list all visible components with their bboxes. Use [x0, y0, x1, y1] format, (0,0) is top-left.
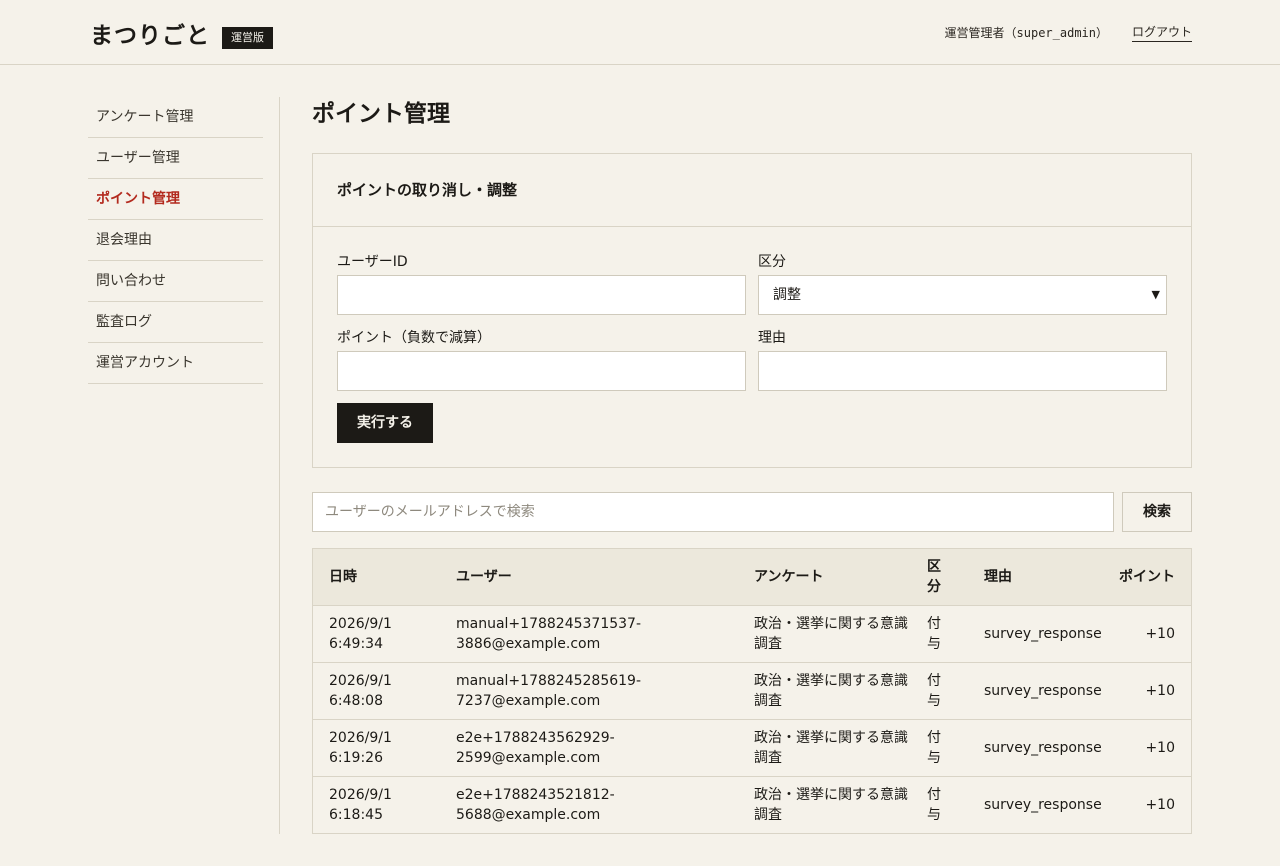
page-title: ポイント管理 [312, 100, 450, 127]
row-reason: survey_response [984, 740, 1102, 756]
reason-input[interactable] [758, 351, 1167, 391]
row-points: +10 [1145, 740, 1175, 756]
sidebar-nav: アンケート管理 ユーザー管理 ポイント管理 退会理由 問い合わせ 監査ログ 運営… [88, 97, 263, 384]
main-content: ポイント管理 ポイントの取り消し・調整 ユーザーID 区分 調整 ▼ ポイント（… [312, 97, 1192, 834]
reason-label: 理由 [758, 330, 786, 346]
sidebar-item-surveys[interactable]: アンケート管理 [88, 97, 263, 138]
logout-link[interactable]: ログアウト [1131, 23, 1192, 42]
sidebar-item-withdrawal-reasons[interactable]: 退会理由 [88, 220, 263, 261]
type-label: 区分 [758, 254, 786, 270]
sidebar-item-audit-log[interactable]: 監査ログ [88, 302, 263, 343]
header-date: 日時 [329, 569, 357, 585]
header-user: ユーザー [456, 569, 512, 585]
header-points: ポイント [1119, 569, 1175, 585]
table-header-row: 日時 ユーザー アンケート 区分 理由 ポイント [313, 549, 1191, 606]
row-survey: 政治・選挙に関する意識調査 [754, 673, 908, 709]
sidebar-item-points[interactable]: ポイント管理 [88, 179, 263, 220]
app-header: まつりごと 運営版 運営管理者（super_admin） ログアウト [0, 0, 1280, 65]
table-row: 2026/9/1 6:48:08 manual+1788245285619-72… [313, 663, 1191, 720]
row-survey: 政治・選挙に関する意識調査 [754, 616, 908, 652]
points-field-group: ポイント（負数で減算） [337, 329, 746, 391]
row-points: +10 [1145, 683, 1175, 699]
point-adjust-card: ポイントの取り消し・調整 ユーザーID 区分 調整 ▼ ポイント（負数で減算） … [312, 153, 1192, 468]
email-search-input[interactable]: ユーザーのメールアドレスで検索 [312, 492, 1114, 532]
search-button[interactable]: 検索 [1122, 492, 1192, 532]
type-field-group: 区分 調整 ▼ [758, 253, 1167, 315]
table-row: 2026/9/1 6:19:26 e2e+1788243562929-2599@… [313, 720, 1191, 777]
type-select[interactable]: 調整 ▼ [758, 275, 1167, 315]
row-type: 付与 [927, 616, 941, 652]
header-type: 区分 [927, 559, 941, 595]
points-history-table: 日時 ユーザー アンケート 区分 理由 ポイント 2026/9/1 6:49:3… [312, 548, 1192, 834]
row-date: 2026/9/1 6:19:26 [329, 730, 392, 766]
row-user: e2e+1788243521812-5688@example.com [456, 787, 615, 823]
row-date: 2026/9/1 6:49:34 [329, 616, 392, 652]
execute-button[interactable]: 実行する [337, 403, 433, 443]
user-id-label: ユーザーID [337, 254, 408, 270]
header-survey: アンケート [754, 569, 824, 585]
sidebar-item-admin-accounts[interactable]: 運営アカウント [88, 343, 263, 384]
row-type: 付与 [927, 787, 941, 823]
sidebar-divider [279, 97, 280, 834]
row-user: manual+1788245285619-7237@example.com [456, 673, 642, 709]
row-survey: 政治・選挙に関する意識調査 [754, 787, 908, 823]
table-row: 2026/9/1 6:49:34 manual+1788245371537-38… [313, 606, 1191, 663]
sidebar-item-users[interactable]: ユーザー管理 [88, 138, 263, 179]
row-survey: 政治・選挙に関する意識調査 [754, 730, 908, 766]
app-logo[interactable]: まつりごと [90, 16, 210, 50]
row-reason: survey_response [984, 683, 1102, 699]
table-row: 2026/9/1 6:18:45 e2e+1788243521812-5688@… [313, 777, 1191, 834]
row-points: +10 [1145, 797, 1175, 813]
row-user: e2e+1788243562929-2599@example.com [456, 730, 615, 766]
row-date: 2026/9/1 6:48:08 [329, 673, 392, 709]
header-reason: 理由 [984, 569, 1012, 585]
row-points: +10 [1145, 626, 1175, 642]
type-select-value: 調整 [773, 287, 801, 303]
row-reason: survey_response [984, 626, 1102, 642]
sidebar-item-inquiries[interactable]: 問い合わせ [88, 261, 263, 302]
points-label: ポイント（負数で減算） [337, 330, 491, 346]
card-title: ポイントの取り消し・調整 [313, 154, 1191, 227]
admin-badge: 運営版 [222, 27, 273, 49]
search-bar: ユーザーのメールアドレスで検索 検索 [312, 492, 1192, 532]
user-id-input[interactable] [337, 275, 746, 315]
row-date: 2026/9/1 6:18:45 [329, 787, 392, 823]
user-id-field-group: ユーザーID [337, 253, 746, 315]
points-input[interactable] [337, 351, 746, 391]
reason-field-group: 理由 [758, 329, 1167, 391]
row-type: 付与 [927, 673, 941, 709]
row-type: 付与 [927, 730, 941, 766]
row-user: manual+1788245371537-3886@example.com [456, 616, 642, 652]
current-user-label: 運営管理者（super_admin） [944, 26, 1108, 40]
chevron-down-icon: ▼ [1151, 288, 1160, 301]
row-reason: survey_response [984, 797, 1102, 813]
